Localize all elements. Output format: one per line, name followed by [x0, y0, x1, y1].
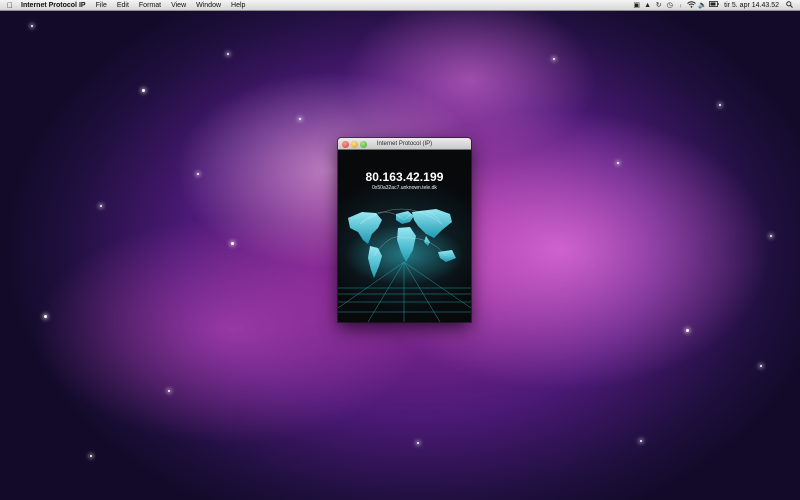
- star: [168, 390, 170, 392]
- star: [617, 162, 619, 164]
- star: [197, 173, 199, 175]
- menu-view[interactable]: View: [166, 0, 191, 11]
- menu-format[interactable]: Format: [134, 0, 166, 11]
- menu-bar:  Internet Protocol IP File Edit Format …: [0, 0, 800, 11]
- menu-edit[interactable]: Edit: [112, 0, 134, 11]
- battery-icon[interactable]: [708, 1, 719, 9]
- app-window: Internet Protocol (IP) 80.163.42.199 0x5…: [338, 138, 471, 322]
- star: [640, 440, 642, 442]
- menu-file[interactable]: File: [91, 0, 112, 11]
- window-title: Internet Protocol (IP): [376, 141, 433, 147]
- star: [90, 455, 92, 457]
- menu-window[interactable]: Window: [191, 0, 226, 11]
- user-icon[interactable]: ▲: [642, 2, 653, 9]
- world-map-graphic: [338, 208, 471, 322]
- star: [686, 329, 689, 332]
- star: [31, 25, 33, 27]
- star: [142, 89, 145, 92]
- ip-address-label: 80.163.42.199: [365, 170, 444, 184]
- sync-icon[interactable]: ↻: [653, 1, 664, 9]
- star: [770, 235, 772, 237]
- star: [417, 442, 419, 444]
- volume-icon[interactable]: 🔈: [697, 1, 708, 9]
- window-titlebar[interactable]: Internet Protocol (IP): [338, 138, 471, 150]
- star: [299, 118, 301, 120]
- status-area: ▣ ▲ ↻ ◷ ᛧ 🔈 tir 5. apr 14.43.52: [631, 0, 800, 10]
- star: [553, 58, 555, 60]
- star: [44, 315, 47, 318]
- hostname-label: 0x50a32ac7.unknown.tele.dk: [372, 185, 437, 191]
- bluetooth-icon[interactable]: ᛧ: [675, 2, 686, 9]
- star: [719, 104, 721, 106]
- apple-menu-icon[interactable]: : [2, 1, 18, 10]
- star: [100, 205, 102, 207]
- menu-help[interactable]: Help: [226, 0, 250, 11]
- timemachine-icon[interactable]: ◷: [664, 1, 675, 9]
- spotlight-search-icon[interactable]: [784, 0, 794, 10]
- star: [231, 242, 234, 245]
- star: [760, 365, 762, 367]
- desktop:  Internet Protocol IP File Edit Format …: [0, 0, 800, 500]
- star: [227, 53, 229, 55]
- wifi-icon[interactable]: [686, 0, 697, 10]
- menubar-clock[interactable]: tir 5. apr 14.43.52: [719, 2, 784, 9]
- window-content: 80.163.42.199 0x50a32ac7.unknown.tele.dk: [338, 150, 471, 322]
- display-icon[interactable]: ▣: [631, 1, 642, 9]
- menu-app-name[interactable]: Internet Protocol IP: [18, 0, 91, 11]
